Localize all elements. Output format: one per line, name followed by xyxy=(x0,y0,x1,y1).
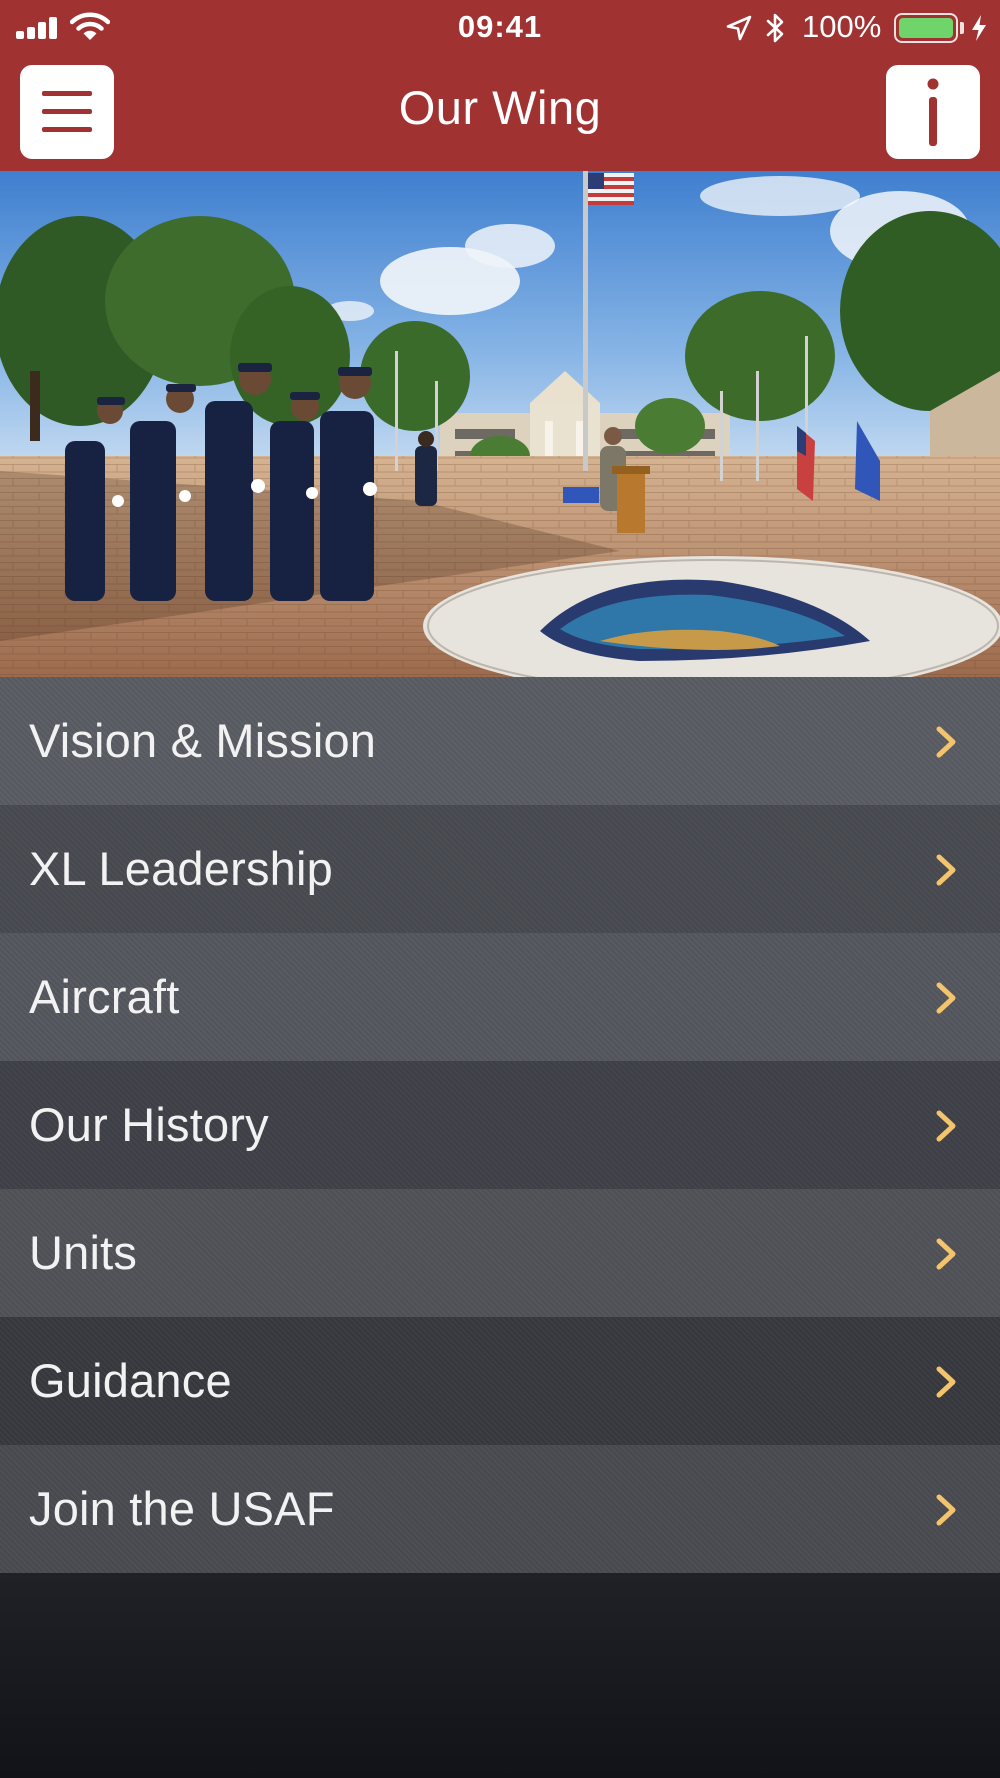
menu-item-vision-mission[interactable]: Vision & Mission xyxy=(0,677,1000,805)
page-title: Our Wing xyxy=(398,81,602,134)
menu-item-xl-leadership[interactable]: XL Leadership xyxy=(0,805,1000,933)
hamburger-menu-icon-bar xyxy=(42,127,92,132)
menu-item-label: Aircraft xyxy=(29,970,180,1023)
menu-item-aircraft[interactable]: Aircraft xyxy=(0,933,1000,1061)
location-arrow-icon xyxy=(726,15,752,41)
status-bar: 09:41 100% xyxy=(0,0,1000,56)
menu-item-label: Our History xyxy=(29,1098,269,1151)
honor-guard-ceremony-photo xyxy=(0,171,1000,677)
hero-image xyxy=(0,171,1000,677)
header: 09:41 100% Our Wing xyxy=(0,0,1000,171)
hamburger-menu-button[interactable] xyxy=(20,65,114,159)
hamburger-menu-icon xyxy=(42,91,92,96)
chevron-right-icon xyxy=(936,982,956,1014)
chevron-right-icon xyxy=(936,1238,956,1270)
app-screen: 09:41 100% Our Wing Vision & Mission XL … xyxy=(0,0,1000,1778)
menu-item-our-history[interactable]: Our History xyxy=(0,1061,1000,1189)
chevron-right-icon xyxy=(936,1494,956,1526)
menu-item-label: Units xyxy=(29,1226,138,1279)
chevron-right-icon xyxy=(936,854,956,886)
menu-item-guidance[interactable]: Guidance xyxy=(0,1317,1000,1445)
chevron-right-icon xyxy=(936,726,956,758)
empty-background-area xyxy=(0,1573,1000,1778)
menu-list: Vision & Mission XL Leadership Aircraft … xyxy=(0,677,1000,1573)
battery-icon xyxy=(894,13,958,43)
menu-item-label: Guidance xyxy=(29,1354,232,1407)
menu-item-join-the-usaf[interactable]: Join the USAF xyxy=(0,1445,1000,1573)
info-button[interactable] xyxy=(886,65,980,159)
menu-item-label: Vision & Mission xyxy=(29,714,377,767)
info-icon xyxy=(927,78,939,146)
hamburger-menu-icon-bar xyxy=(42,109,92,114)
battery-tip xyxy=(960,22,964,34)
charging-bolt-icon xyxy=(972,15,986,41)
battery-level-fill xyxy=(899,18,953,38)
chevron-right-icon xyxy=(936,1366,956,1398)
chevron-right-icon xyxy=(936,1110,956,1142)
menu-item-label: Join the USAF xyxy=(29,1482,335,1535)
nav-bar: Our Wing xyxy=(0,56,1000,171)
menu-item-units[interactable]: Units xyxy=(0,1189,1000,1317)
bluetooth-icon xyxy=(766,13,784,43)
battery-percent: 100% xyxy=(802,9,882,44)
menu-item-label: XL Leadership xyxy=(29,842,333,895)
